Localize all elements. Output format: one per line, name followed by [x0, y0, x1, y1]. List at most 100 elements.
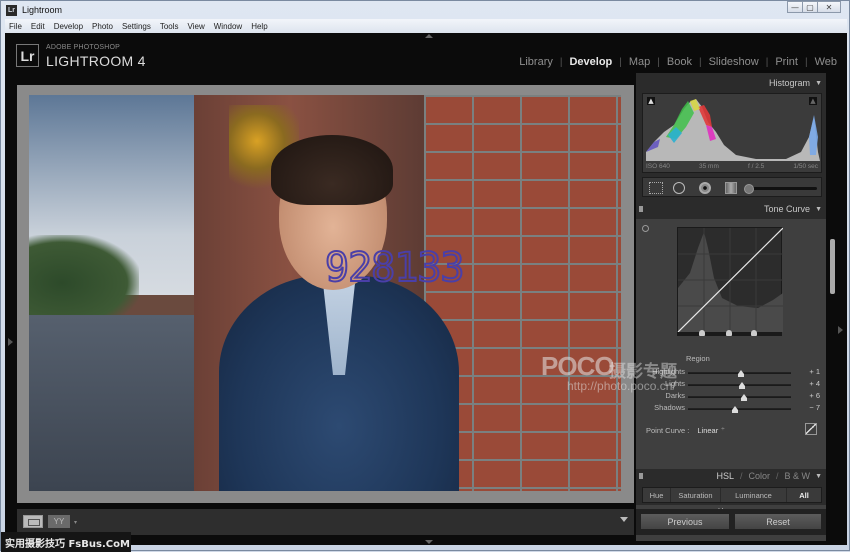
collapse-icon[interactable]: ▼	[815, 473, 822, 480]
hsl-tab-hsl[interactable]: HSL	[716, 471, 734, 481]
maximize-button[interactable]: ▢	[802, 1, 818, 13]
slider-track[interactable]	[688, 394, 791, 401]
module-separator: |	[698, 56, 702, 68]
collapse-icon[interactable]: ▼	[815, 80, 822, 87]
adjustment-brush-slider[interactable]	[744, 184, 817, 194]
collapse-icon[interactable]: ▼	[815, 206, 822, 213]
close-button[interactable]: ✕	[817, 1, 841, 13]
slider-value[interactable]: + 4	[809, 379, 820, 388]
module-book[interactable]: Book	[667, 56, 692, 68]
subtab-all[interactable]: All	[787, 488, 821, 502]
action-buttons: Previous Reset	[636, 509, 826, 535]
separator: /	[740, 471, 743, 481]
red-eye-icon[interactable]	[699, 182, 711, 194]
slider-value[interactable]: − 7	[809, 403, 820, 412]
histogram-header[interactable]: Histogram ▼	[636, 75, 826, 91]
menu-develop[interactable]: Develop	[54, 22, 83, 31]
split-handle-highlights[interactable]	[751, 330, 757, 336]
exif-aperture: f / 2.5	[748, 163, 765, 170]
tone-curve-svg	[678, 228, 783, 332]
reset-button[interactable]: Reset	[734, 513, 822, 530]
lightroom-workspace: Lr ADOBE PHOTOSHOP LIGHTROOM 4 Library |…	[5, 33, 847, 545]
slider-label: Shadows	[654, 403, 685, 412]
crop-overlay-icon[interactable]	[649, 182, 663, 194]
slider-thumb[interactable]	[738, 382, 745, 389]
slider-thumb[interactable]	[732, 406, 739, 413]
brand-title: LIGHTROOM 4	[46, 53, 146, 69]
spot-removal-icon[interactable]	[673, 182, 685, 194]
highlight-clipping-icon[interactable]: ▲	[809, 97, 817, 105]
split-handle-shadows[interactable]	[699, 330, 705, 336]
before-after-dropdown-icon[interactable]: ▾	[74, 519, 77, 526]
previous-button[interactable]: Previous	[640, 513, 730, 530]
module-separator: |	[804, 56, 808, 68]
photo-preview[interactable]: 928133	[29, 95, 621, 491]
slider-thumb[interactable]	[740, 394, 747, 401]
module-picker: Library | Develop | Map | Book | Slidesh…	[519, 56, 837, 68]
slider-track[interactable]	[688, 382, 791, 389]
slider-track[interactable]	[688, 370, 791, 377]
window-title: Lightroom	[22, 5, 63, 15]
lr-logo: Lr	[16, 44, 39, 67]
module-library[interactable]: Library	[519, 56, 553, 68]
subtab-saturation[interactable]: Saturation	[671, 488, 721, 502]
menu-edit[interactable]: Edit	[31, 22, 45, 31]
histogram: ▲ ▲ ISO 640 35 mm f / 2.5 1/50 sec	[642, 93, 822, 173]
exif-iso: ISO 640	[646, 163, 670, 170]
module-slideshow[interactable]: Slideshow	[709, 56, 759, 68]
loupe-view-icon[interactable]	[23, 515, 43, 528]
toolbar-menu-icon[interactable]	[620, 517, 628, 522]
photo-trees	[29, 235, 139, 315]
slider-value[interactable]: + 1	[809, 367, 820, 376]
menu-bar: File Edit Develop Photo Settings Tools V…	[5, 19, 847, 33]
hsl-tab-bw[interactable]: B & W	[785, 471, 811, 481]
graduated-filter-icon[interactable]	[725, 182, 737, 194]
target-adjustment-icon[interactable]	[642, 225, 649, 232]
subtab-hue[interactable]: Hue	[643, 488, 671, 502]
left-panel-collapsed	[5, 73, 17, 541]
panel-switch-icon[interactable]	[639, 473, 643, 479]
slider-value[interactable]: + 6	[809, 391, 820, 400]
poco-watermark: POCO	[541, 351, 615, 381]
module-separator: |	[657, 56, 660, 68]
tone-curve-panel: Region Highlights + 1 Lights + 4 Darks +…	[636, 219, 826, 469]
module-web[interactable]: Web	[815, 56, 837, 68]
module-print[interactable]: Print	[775, 56, 798, 68]
menu-file[interactable]: File	[9, 22, 22, 31]
point-curve-dropdown-icon[interactable]: ÷	[721, 427, 724, 433]
split-handle-midtones[interactable]	[726, 330, 732, 336]
hsl-tab-color[interactable]: Color	[749, 471, 771, 481]
menu-help[interactable]: Help	[251, 22, 267, 31]
filmstrip-toggle-icon[interactable]	[425, 540, 433, 544]
module-separator: |	[765, 56, 769, 68]
point-curve-select[interactable]: Linear	[697, 426, 718, 435]
right-panel: Histogram ▼ ▲ ▲ ISO 640 35 mm f / 2.5 1/…	[636, 73, 826, 541]
subtab-luminance[interactable]: Luminance	[721, 488, 787, 502]
shadow-clipping-icon[interactable]: ▲	[647, 97, 655, 105]
left-panel-toggle-icon[interactable]	[8, 338, 13, 346]
menu-settings[interactable]: Settings	[122, 22, 151, 31]
menu-window[interactable]: Window	[214, 22, 242, 31]
module-separator: |	[619, 56, 622, 68]
tone-curve-graph[interactable]	[677, 227, 783, 332]
menu-tools[interactable]: Tools	[160, 22, 179, 31]
photo-subject-hair	[271, 135, 393, 205]
menu-view[interactable]: View	[188, 22, 205, 31]
edit-point-curve-icon[interactable]	[805, 423, 817, 435]
scrollbar-thumb[interactable]	[830, 239, 835, 294]
overlay-number-watermark: 928133	[324, 244, 465, 292]
brand-subtitle: ADOBE PHOTOSHOP	[46, 44, 121, 51]
minimize-button[interactable]: —	[787, 1, 803, 13]
module-develop[interactable]: Develop	[569, 56, 612, 68]
exif-focal-length: 35 mm	[699, 163, 719, 170]
module-map[interactable]: Map	[629, 56, 650, 68]
panel-switch-icon[interactable]	[639, 206, 643, 212]
before-after-button[interactable]: YY	[48, 515, 70, 528]
right-panel-toggle-icon[interactable]	[838, 326, 843, 334]
slider-thumb[interactable]	[737, 370, 744, 377]
slider-track[interactable]	[688, 406, 791, 413]
top-panel-toggle-icon[interactable]	[425, 34, 433, 38]
application-window: Lr Lightroom — ▢ ✕ File Edit Develop Pho…	[0, 0, 850, 552]
menu-photo[interactable]: Photo	[92, 22, 113, 31]
tone-curve-header[interactable]: Tone Curve ▼	[636, 201, 826, 217]
